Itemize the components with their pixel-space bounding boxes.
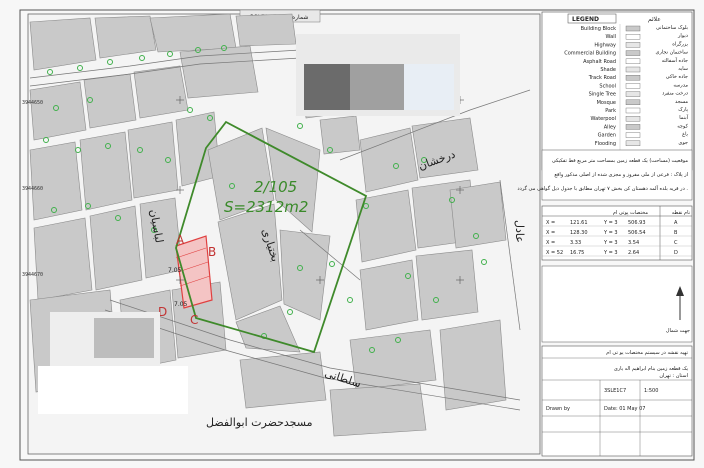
coords-y-label: Y = 3	[603, 220, 618, 226]
legend-item-fa: باغ	[682, 132, 688, 138]
point-header: نام نقطه	[672, 210, 690, 216]
corner-label-c: C	[190, 313, 198, 327]
north-label: جهت شمال	[666, 328, 690, 334]
legend-swatch	[625, 42, 641, 48]
legend-item-fa: جوی	[678, 140, 688, 146]
coords-point: C	[674, 240, 678, 246]
legend-swatch	[625, 83, 641, 89]
coords-x: 16.75	[570, 250, 584, 256]
legend-item-en: Park	[605, 108, 616, 114]
description-line: موقعیت (مساحت) یک قطعه زمین بمساحت متر م…	[552, 158, 688, 164]
legend-item-en: Track Road	[588, 75, 616, 81]
legend-item-fa: بلوک ساختمانی	[656, 24, 688, 31]
legend-item-en: Wall	[606, 34, 616, 40]
legend-item-en: Mosque	[597, 100, 616, 106]
legend-item-fa: آبنما	[679, 114, 688, 121]
coords-header: مختصات پوتی ام	[613, 210, 649, 216]
cadastral-map: 3SLE1C7 شماره	[19, 9, 695, 461]
legend-item-en: Building Block	[581, 26, 617, 32]
coords-y: 3.54	[628, 240, 639, 246]
legend-item-fa: سایه	[678, 66, 688, 72]
legend-item-fa: بزرگراه	[672, 40, 688, 47]
legend-swatch	[625, 132, 641, 138]
coords-y: 506.54	[628, 230, 646, 236]
legend-item-en: Asphalt Road	[583, 59, 616, 65]
street-label: عادل	[513, 220, 526, 243]
legend-swatch	[625, 66, 641, 73]
coords-y-label: Y = 3	[603, 240, 618, 246]
coords-point: D	[674, 250, 678, 256]
legend-item-en: Shade	[600, 67, 616, 73]
street-label: مسجدحضرت ابوالفضل	[206, 416, 313, 429]
legend-item-fa: کوچه	[677, 123, 688, 129]
legend-swatch	[625, 74, 641, 81]
coords-y: 2.64	[628, 250, 639, 256]
grid-label: 3944660	[22, 186, 43, 192]
grid-label: 3944650	[22, 100, 43, 106]
legend-item-en: Commercial Building	[564, 51, 616, 57]
coords-y-label: Y = 3	[603, 250, 618, 256]
title-drawn: Drawn by	[546, 406, 570, 412]
coords-x-label: X = 52	[546, 250, 563, 256]
title-date: Date: 01 May 07	[604, 406, 645, 412]
legend-swatch	[625, 50, 641, 56]
legend-item-fa: پارک	[678, 106, 688, 113]
legend-swatch	[625, 124, 641, 130]
legend-item-en: Single Tree	[589, 92, 616, 98]
legend-title-en: LEGEND	[572, 16, 599, 23]
coords-x-label: X =	[546, 230, 555, 236]
coords-x: 121.61	[570, 220, 588, 226]
legend-swatch	[625, 25, 641, 32]
legend-item-en: School	[599, 83, 616, 89]
corner-label-b: B	[208, 245, 216, 259]
legend-title-fa: علائم	[648, 16, 661, 23]
corner-label-a: A	[176, 233, 185, 247]
description-line: از پلاک : فرعی از ملی مفروز و مجزی شده ا…	[554, 171, 688, 178]
parcel-id: 2/105	[254, 178, 297, 196]
coords-y: 506.93	[628, 220, 646, 226]
legend-item-en: Alley	[604, 124, 616, 130]
legend-item-en: Garden	[598, 133, 616, 139]
title-note: تهیه نقشه در سیستم مختصات یو تی ام	[606, 350, 688, 356]
coords-x-label: X =	[546, 240, 555, 246]
title-sheet-no: 3SLE1C7	[604, 388, 626, 394]
legend-item-fa: جاده آسفالته	[662, 57, 688, 64]
dimension-label: 7.05	[168, 267, 182, 274]
map-sheet: 3SLE1C7 شماره	[0, 0, 704, 468]
coords-x: 128.30	[570, 230, 588, 236]
parcel-area: S=2312m2	[224, 198, 308, 216]
coords-x-label: X =	[546, 220, 555, 226]
legend-item-fa: جاده خاکی	[666, 74, 688, 80]
legend-swatch	[625, 91, 641, 97]
legend-swatch	[625, 34, 641, 40]
legend-swatch	[625, 107, 641, 114]
legend-item-en: Flooding	[595, 141, 616, 147]
north-arrow-box: جهت شمال	[541, 265, 693, 343]
title-province: استان : تهران	[659, 373, 688, 379]
coords-point: A	[674, 220, 678, 226]
legend-swatch	[625, 99, 641, 106]
coords-point: B	[674, 230, 678, 236]
legend-item-fa: ساختمان تجاری	[656, 50, 688, 56]
title-block: تهیه نقشه در سیستم مختصات یو تی ام یک قط…	[541, 345, 693, 457]
legend-item-fa: مدرسه	[673, 82, 688, 88]
legend-item-fa: مسجد	[675, 99, 688, 105]
legend-item-fa: درخت منفرد	[662, 91, 688, 97]
legend-swatch	[625, 140, 641, 147]
title-owner: یک قطعه زمین بنام ابراهیم اله یاری	[614, 366, 689, 372]
description-line: در قریه بلده آلمه دهستان کن بخش ۷ تهران …	[517, 185, 688, 192]
grid-label: 3944670	[22, 272, 43, 278]
legend-swatch	[625, 58, 641, 64]
sheet-number-label: شماره	[292, 14, 308, 21]
legend-item-en: Highway	[594, 42, 616, 48]
coords-x: 3.33	[570, 240, 581, 246]
description-block: موقعیت (مساحت) یک قطعه زمین بمساحت متر م…	[517, 149, 693, 201]
legend-item-en: Waterpool	[591, 116, 616, 122]
title-scale: 1:500	[644, 388, 658, 394]
coords-y-label: Y = 3	[603, 230, 618, 236]
legend-item-fa: دیوار	[677, 33, 688, 39]
dimension-label: 7.05	[174, 301, 188, 308]
legend-swatch	[625, 115, 641, 122]
